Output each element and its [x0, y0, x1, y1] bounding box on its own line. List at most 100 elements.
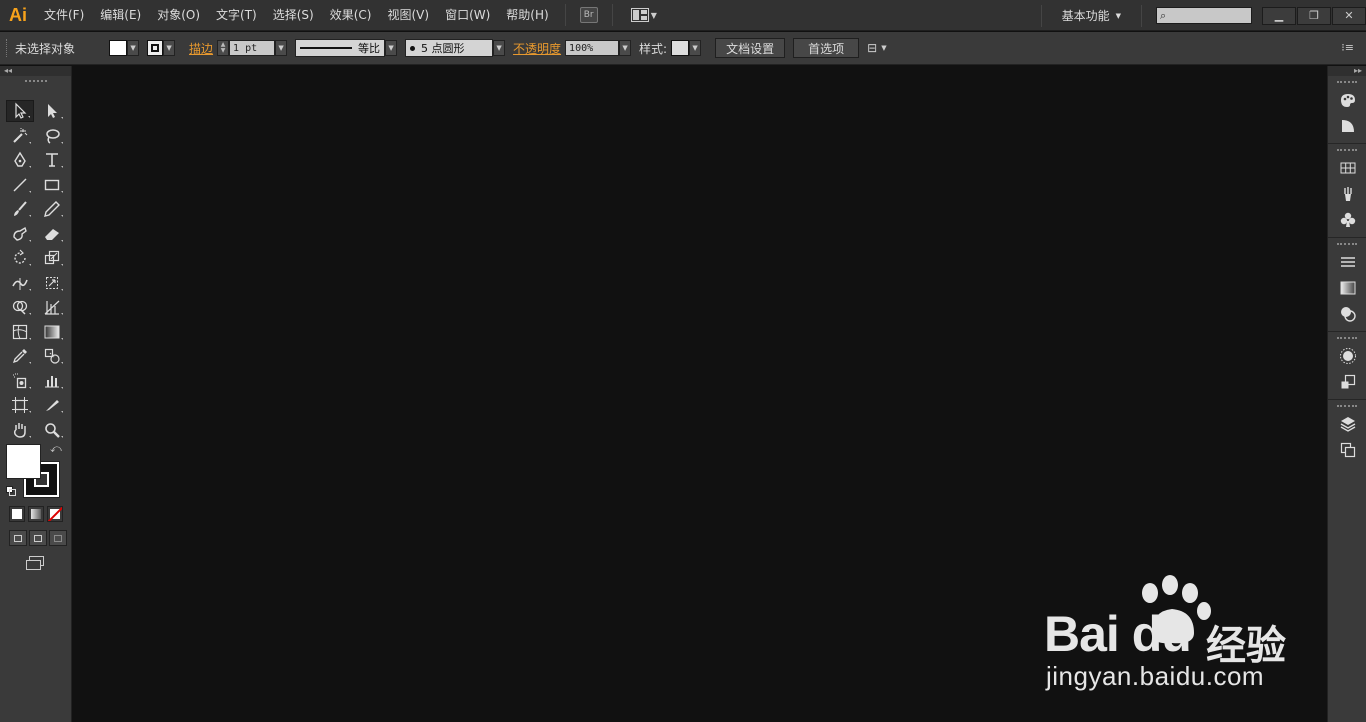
preferences-button[interactable]: 首选项: [793, 38, 860, 58]
paintbrush-tool[interactable]: [6, 198, 34, 220]
stroke-profile-field[interactable]: 等比: [295, 39, 386, 57]
screen-mode-icon[interactable]: [25, 555, 45, 571]
opacity-combo[interactable]: 100% ▼: [565, 40, 632, 56]
swap-fill-stroke-icon[interactable]: ⤺: [50, 442, 62, 456]
draw-inside-button[interactable]: [49, 530, 67, 546]
selection-tool[interactable]: [6, 100, 34, 122]
expand-panels-icon[interactable]: ▸▸: [1328, 66, 1366, 76]
magic-wand-tool[interactable]: [6, 125, 34, 147]
appearance-panel-button[interactable]: [1328, 343, 1366, 369]
brush-field[interactable]: 5 点圆形: [405, 39, 494, 57]
blend-tool[interactable]: [38, 345, 66, 367]
menu-window[interactable]: 窗口(W): [437, 0, 498, 31]
menu-object[interactable]: 对象(O): [149, 0, 208, 31]
eraser-tool[interactable]: [38, 223, 66, 245]
eyedropper-icon: [12, 349, 27, 364]
gradient-mode-button[interactable]: [28, 506, 44, 522]
color-mode-button[interactable]: [9, 506, 25, 522]
transparency-panel-button[interactable]: [1328, 301, 1366, 327]
help-search-input[interactable]: ⌕: [1156, 7, 1252, 24]
column-graph-tool[interactable]: [38, 370, 66, 392]
document-setup-button[interactable]: 文档设置: [715, 38, 786, 58]
menu-effect[interactable]: 效果(C): [322, 0, 380, 31]
shape-builder-tool[interactable]: [6, 296, 34, 318]
brushes-panel-button[interactable]: [1328, 181, 1366, 207]
rectangle-tool[interactable]: [38, 174, 66, 196]
color-panel-button[interactable]: [1328, 87, 1366, 113]
menu-select[interactable]: 选择(S): [265, 0, 322, 31]
menu-type[interactable]: 文字(T): [208, 0, 265, 31]
artboards-panel-button[interactable]: [1328, 437, 1366, 463]
panel-grip[interactable]: [6, 39, 9, 57]
default-fill-stroke-icon[interactable]: [6, 486, 16, 496]
perspective-grid-tool[interactable]: [38, 296, 66, 318]
tool-grid: [0, 86, 71, 443]
line-segment-tool[interactable]: [6, 174, 34, 196]
eyedropper-tool[interactable]: [6, 345, 34, 367]
none-mode-button[interactable]: [47, 506, 63, 522]
align-options-button[interactable]: ⊟ ▼: [867, 41, 886, 55]
opacity-field[interactable]: 100%: [565, 40, 620, 56]
type-tool[interactable]: [38, 149, 66, 171]
mesh-tool[interactable]: [6, 321, 34, 343]
rotate-tool[interactable]: [6, 247, 34, 269]
gradient-panel-button[interactable]: [1328, 275, 1366, 301]
direct-selection-tool[interactable]: [38, 100, 66, 122]
fill-color-box[interactable]: [6, 444, 41, 479]
stroke-weight-combo[interactable]: ▲ ▼ 1 pt ▼: [217, 40, 288, 56]
lasso-tool[interactable]: [38, 125, 66, 147]
gradient-tool[interactable]: [38, 321, 66, 343]
width-tool[interactable]: [6, 272, 34, 294]
minimize-button[interactable]: ▁: [1262, 6, 1296, 25]
stroke-profile-combo[interactable]: 等比 ▼: [295, 39, 398, 57]
stroke-panel-link[interactable]: 描边: [189, 40, 213, 57]
hand-tool[interactable]: [6, 419, 34, 441]
symbols-panel-button[interactable]: [1328, 207, 1366, 233]
chevron-down-icon: ▼: [127, 40, 140, 56]
opacity-panel-link[interactable]: 不透明度: [513, 40, 561, 57]
menu-help[interactable]: 帮助(H): [498, 0, 556, 31]
pen-tool[interactable]: [6, 149, 34, 171]
stepper-icon[interactable]: ▲ ▼: [217, 40, 230, 56]
slice-tool[interactable]: [38, 394, 66, 416]
free-transform-tool[interactable]: [38, 272, 66, 294]
graphic-styles-panel-button[interactable]: [1328, 369, 1366, 395]
blob-brush-tool[interactable]: [6, 223, 34, 245]
close-button[interactable]: ✕: [1332, 6, 1366, 25]
graphic-style-dropdown[interactable]: ▼: [671, 40, 702, 56]
stroke-color-dropdown[interactable]: ▼: [147, 40, 176, 56]
panel-grip[interactable]: [1337, 81, 1357, 83]
chevron-down-icon[interactable]: ▼: [619, 40, 632, 56]
color-guide-panel-button[interactable]: [1328, 113, 1366, 139]
layers-panel-button[interactable]: [1328, 411, 1366, 437]
scale-tool[interactable]: [38, 247, 66, 269]
stroke-panel-button[interactable]: [1328, 249, 1366, 275]
menu-file[interactable]: 文件(F): [36, 0, 92, 31]
panel-grip[interactable]: [24, 80, 47, 82]
zoom-tool[interactable]: [38, 419, 66, 441]
menu-edit[interactable]: 编辑(E): [92, 0, 149, 31]
panel-menu-icon[interactable]: ⁝≡: [1341, 41, 1354, 54]
swatches-panel-button[interactable]: [1328, 155, 1366, 181]
collapse-panel-icon[interactable]: ◂◂: [0, 66, 71, 76]
bridge-button[interactable]: Br: [579, 7, 598, 23]
arrange-documents-button[interactable]: ▼: [630, 8, 657, 22]
draw-behind-button[interactable]: [29, 530, 47, 546]
pencil-tool[interactable]: [38, 198, 66, 220]
artboard-tool[interactable]: [6, 394, 34, 416]
panel-grip[interactable]: [1337, 337, 1357, 339]
chevron-down-icon[interactable]: ▼: [493, 40, 506, 56]
panel-grip[interactable]: [1337, 149, 1357, 151]
workspace-switcher[interactable]: 基本功能 ▼: [1050, 7, 1133, 24]
brush-combo[interactable]: 5 点圆形 ▼: [405, 39, 506, 57]
chevron-down-icon[interactable]: ▼: [275, 40, 288, 56]
menu-view[interactable]: 视图(V): [379, 0, 437, 31]
restore-button[interactable]: ❐: [1297, 6, 1331, 25]
symbol-sprayer-tool[interactable]: [6, 370, 34, 392]
stroke-weight-field[interactable]: 1 pt: [229, 40, 276, 56]
panel-grip[interactable]: [1337, 243, 1357, 245]
panel-grip[interactable]: [1337, 405, 1357, 407]
fill-color-dropdown[interactable]: ▼: [109, 40, 140, 56]
draw-normal-button[interactable]: [9, 530, 27, 546]
chevron-down-icon[interactable]: ▼: [385, 40, 398, 56]
